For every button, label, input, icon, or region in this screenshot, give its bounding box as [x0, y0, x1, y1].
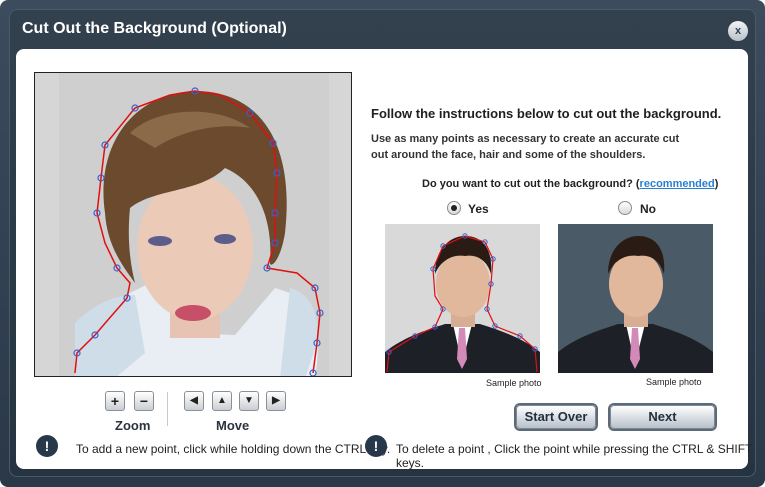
move-up-button[interactable]: ▲ [212, 391, 232, 411]
info-icon-delete: ! [365, 435, 387, 457]
move-right-button[interactable]: ▶ [266, 391, 286, 411]
zoom-out-button[interactable]: − [134, 391, 154, 411]
sample-portrait-original [558, 224, 713, 373]
recommended-link[interactable]: recommended [640, 178, 715, 190]
sample-photo-cutout [385, 224, 540, 373]
portrait-photo [35, 73, 351, 376]
yes-radio-label: Yes [468, 202, 489, 216]
move-down-button[interactable]: ▼ [239, 391, 259, 411]
close-button[interactable]: x [728, 21, 748, 41]
dialog-title: Cut Out the Background (Optional) [22, 20, 287, 37]
tip-add-point: To add a new point, click while holding … [76, 442, 391, 456]
sample-caption-right: Sample photo [646, 377, 702, 387]
photo-editor-canvas[interactable] [34, 72, 352, 377]
move-label: Move [216, 418, 250, 433]
info-icon-add: ! [36, 435, 58, 457]
instructions-description: Use as many points as necessary to creat… [371, 133, 680, 161]
zoom-label: Zoom [115, 418, 151, 433]
sample-photo-original [558, 224, 713, 373]
start-over-button[interactable]: Start Over [516, 405, 596, 429]
question-text: Do you want to cut out the background? ( [422, 178, 640, 190]
yes-radio[interactable] [447, 201, 461, 215]
sample-portrait-with-outline [385, 224, 540, 373]
no-radio[interactable] [618, 201, 632, 215]
next-button[interactable]: Next [610, 405, 715, 429]
no-radio-label: No [640, 202, 656, 216]
move-left-button[interactable]: ◀ [184, 391, 204, 411]
zoom-in-button[interactable]: + [105, 391, 125, 411]
cutout-question: Do you want to cut out the background? (… [422, 178, 718, 190]
tip-delete-point: To delete a point , Click the point whil… [396, 442, 753, 470]
sample-caption-left: Sample photo [486, 378, 542, 388]
instructions-heading: Follow the instructions below to cut out… [371, 106, 722, 121]
dialog-window: Cut Out the Background (Optional) x + − … [0, 0, 765, 487]
question-close-paren: ) [714, 178, 719, 190]
controls-divider [167, 392, 168, 426]
